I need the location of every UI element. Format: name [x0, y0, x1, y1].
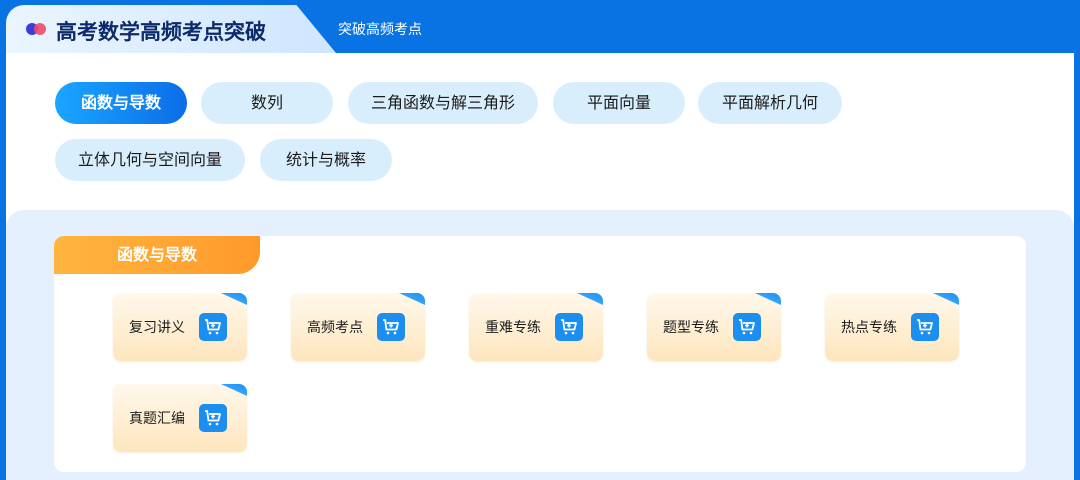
- section-title: 函数与导数: [54, 236, 260, 274]
- cart-plus-icon[interactable]: [911, 313, 939, 341]
- tab-breakthrough[interactable]: 突破高频考点: [338, 19, 422, 39]
- corner-fold: [221, 293, 247, 305]
- tile-review-notes[interactable]: 复习讲义: [113, 293, 247, 361]
- cart-plus-icon[interactable]: [199, 313, 227, 341]
- content-area: 函数与导数 数列 三角函数与解三角形 平面向量 平面解析几何 立体几何与空间向量…: [6, 53, 1074, 480]
- corner-fold: [221, 384, 247, 396]
- corner-fold: [933, 293, 959, 305]
- tile-difficult-practice[interactable]: 重难专练: [469, 293, 603, 361]
- topic-chip-sequences[interactable]: 数列: [201, 82, 333, 124]
- tile-label: 题型专练: [663, 320, 719, 336]
- tile-label: 复习讲义: [129, 320, 185, 336]
- tile-past-exams[interactable]: 真题汇编: [113, 384, 247, 452]
- tile-label: 高频考点: [307, 320, 363, 336]
- tile-hot-points[interactable]: 高频考点: [291, 293, 425, 361]
- tile-label: 真题汇编: [129, 411, 185, 427]
- cart-plus-icon[interactable]: [199, 404, 227, 432]
- tile-label: 热点专练: [841, 320, 897, 336]
- topic-chip-statistics[interactable]: 统计与概率: [260, 139, 392, 181]
- corner-fold: [399, 293, 425, 305]
- topic-chip-analytic-geometry[interactable]: 平面解析几何: [698, 82, 842, 124]
- cart-plus-icon[interactable]: [377, 313, 405, 341]
- cart-plus-icon[interactable]: [733, 313, 761, 341]
- topic-chip-solid-geometry[interactable]: 立体几何与空间向量: [55, 139, 245, 181]
- topic-chip-trigonometry[interactable]: 三角函数与解三角形: [348, 82, 538, 124]
- cart-plus-icon[interactable]: [555, 313, 583, 341]
- tile-question-type-practice[interactable]: 题型专练: [647, 293, 781, 361]
- corner-fold: [755, 293, 781, 305]
- corner-fold: [577, 293, 603, 305]
- topic-chip-vectors[interactable]: 平面向量: [553, 82, 685, 124]
- main-title-tab[interactable]: 高考数学高频考点突破: [6, 5, 336, 53]
- section-panel: 函数与导数 复习讲义 高频考点 重难专练 题型专练 热点专练 真题汇编: [6, 210, 1074, 480]
- section-card: 函数与导数 复习讲义 高频考点 重难专练 题型专练 热点专练 真题汇编: [54, 236, 1026, 472]
- page-title: 高考数学高频考点突破: [56, 20, 266, 44]
- topic-chip-functions[interactable]: 函数与导数: [55, 82, 187, 124]
- tile-hotspot-practice[interactable]: 热点专练: [825, 293, 959, 361]
- header-bar: 高考数学高频考点突破 突破高频考点: [0, 0, 1080, 56]
- tile-label: 重难专练: [485, 320, 541, 336]
- logo-icon: [26, 21, 50, 37]
